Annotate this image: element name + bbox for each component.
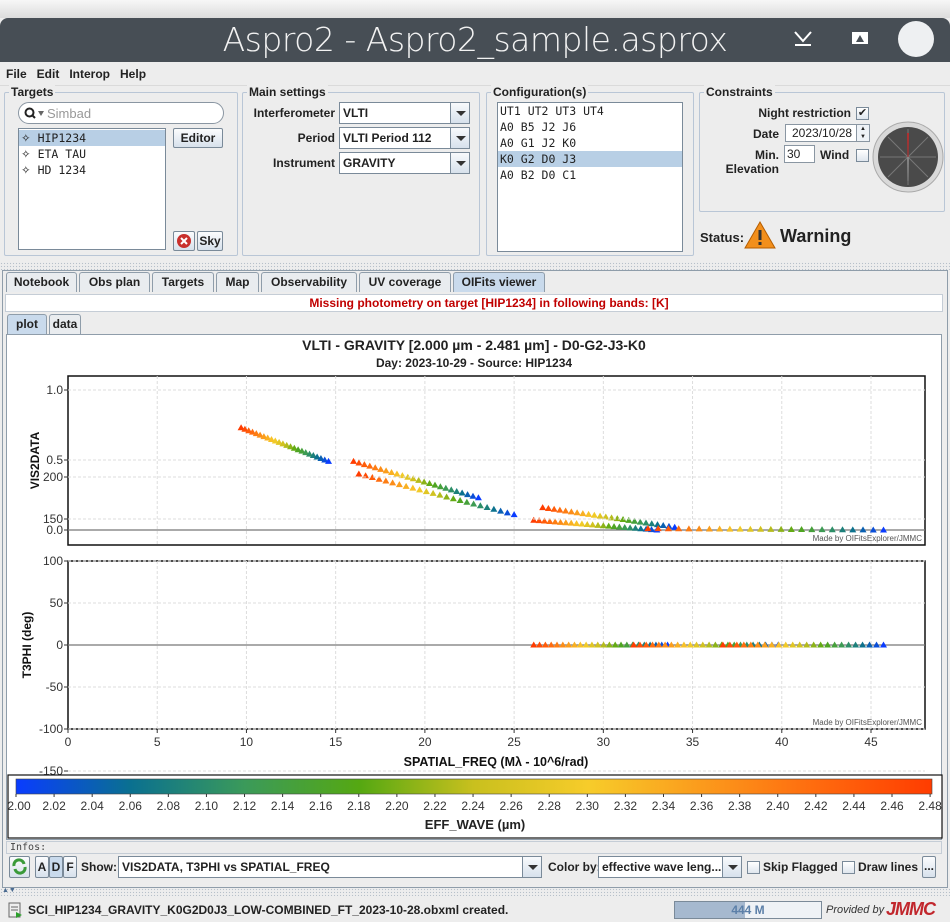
collapse-arrows-icon[interactable]: ▲▼ [2, 887, 16, 894]
refresh-button[interactable] [9, 856, 30, 878]
y-tick-label: 0 [56, 638, 63, 652]
colorbar-tick-label: 2.40 [766, 799, 790, 813]
show-select[interactable]: VIS2DATA, T3PHI vs SPATIAL_FREQ [118, 856, 542, 878]
refresh-icon [12, 858, 27, 875]
x-tick-label: 20 [418, 735, 432, 749]
y-axis-label: VIS2DATA [28, 431, 42, 489]
more-options-button[interactable]: ... [922, 856, 936, 878]
watermark: Made by OIFitsExplorer/JMMC [813, 534, 923, 543]
x-tick-label: 35 [686, 735, 700, 749]
colorbar-tick-label: 2.38 [728, 799, 752, 813]
x-tick-label: 5 [154, 735, 161, 749]
colorbar-label: EFF_WAVE (µm) [424, 817, 526, 832]
script-icon [8, 902, 22, 918]
x-tick-label: 40 [775, 735, 789, 749]
y-tick-label: 200 [43, 470, 63, 484]
y-axis-label: T3PHI (deg) [20, 612, 34, 679]
colorbar-tick-label: 2.32 [614, 799, 638, 813]
y-tick-label: 100 [43, 554, 63, 568]
x-tick-label: 45 [864, 735, 878, 749]
colorbar-tick-label: 2.48 [918, 799, 942, 813]
provided-by-label: Provided by [826, 904, 885, 916]
x-axis-label: SPATIAL_FREQ (Mλ - 10^6/rad) [404, 755, 589, 769]
show-label: Show: [81, 860, 117, 874]
colorbar-gradient [15, 778, 933, 795]
colorbar-tick-label: 2.16 [309, 799, 333, 813]
colorbar-tick-label: 2.04 [80, 799, 104, 813]
colorbar-tick-label: 2.42 [804, 799, 828, 813]
watermark: Made by OIFitsExplorer/JMMC [813, 718, 923, 727]
colorbar-tick-label: 2.22 [423, 799, 447, 813]
x-tick-label: 15 [329, 735, 343, 749]
axes-a-toggle[interactable]: A [35, 856, 49, 878]
colorbar-tick-label: 2.30 [576, 799, 600, 813]
axes-d-toggle[interactable]: D [49, 856, 63, 878]
colorbar-tick-label: 2.18 [347, 799, 371, 813]
chevron-down-icon [522, 857, 541, 877]
colorbar-tick-label: 2.10 [195, 799, 219, 813]
x-tick-label: 10 [240, 735, 254, 749]
infos-label: Infos: [10, 842, 47, 853]
x-tick-label: 25 [507, 735, 521, 749]
colorbar-tick-label: 2.46 [880, 799, 904, 813]
y-tick-label: 0.5 [46, 453, 63, 467]
memory-bar[interactable]: 444 M [674, 901, 822, 919]
bottom-split-divider[interactable] [0, 888, 950, 896]
color-by-select[interactable]: effective wave leng... [598, 856, 742, 878]
colorbar-tick-label: 2.28 [538, 799, 562, 813]
chart-svg[interactable]: 1.00.50.0VIS2DATAMade by OIFitsExplorer/… [0, 0, 950, 922]
x-tick-label: 0 [65, 735, 72, 749]
x-tick-label: 30 [597, 735, 611, 749]
infos-bar: Infos: [6, 841, 942, 854]
chevron-down-icon [722, 857, 741, 877]
colorbar-tick-label: 2.06 [119, 799, 143, 813]
y-tick-label: 150 [43, 512, 63, 526]
memory-text: 444 M [731, 903, 765, 917]
colorbar-tick-label: 2.20 [385, 799, 409, 813]
colorbar-tick-label: 2.14 [271, 799, 295, 813]
color-by-label: Color by: [548, 860, 601, 874]
colorbar-tick-label: 2.34 [652, 799, 676, 813]
skip-flagged-label: Skip Flagged [763, 860, 838, 874]
colorbar-tick-label: 2.24 [461, 799, 485, 813]
y-tick-label: 50 [50, 596, 64, 610]
y-tick-label: 1.0 [46, 383, 63, 397]
axes-f-toggle[interactable]: F [63, 856, 77, 878]
y-tick-label: -50 [46, 680, 64, 694]
colorbar-tick-label: 2.02 [42, 799, 66, 813]
plot-frame [67, 375, 926, 546]
draw-lines-label: Draw lines [858, 860, 919, 874]
skip-flagged-checkbox[interactable] [747, 861, 760, 874]
colorbar-tick-label: 2.44 [842, 799, 866, 813]
y-tick-label: -100 [39, 722, 63, 736]
colorbar-tick-label: 2.08 [157, 799, 181, 813]
jmmc-logo[interactable]: JMMC [886, 899, 936, 920]
colorbar-tick-label: 2.00 [7, 799, 31, 813]
draw-lines-checkbox[interactable] [842, 861, 855, 874]
colorbar-tick-label: 2.36 [690, 799, 714, 813]
status-message: SCI_HIP1234_GRAVITY_K0G2D0J3_LOW-COMBINE… [28, 903, 509, 917]
colorbar-tick-label: 2.26 [499, 799, 523, 813]
colorbar-tick-label: 2.12 [233, 799, 257, 813]
